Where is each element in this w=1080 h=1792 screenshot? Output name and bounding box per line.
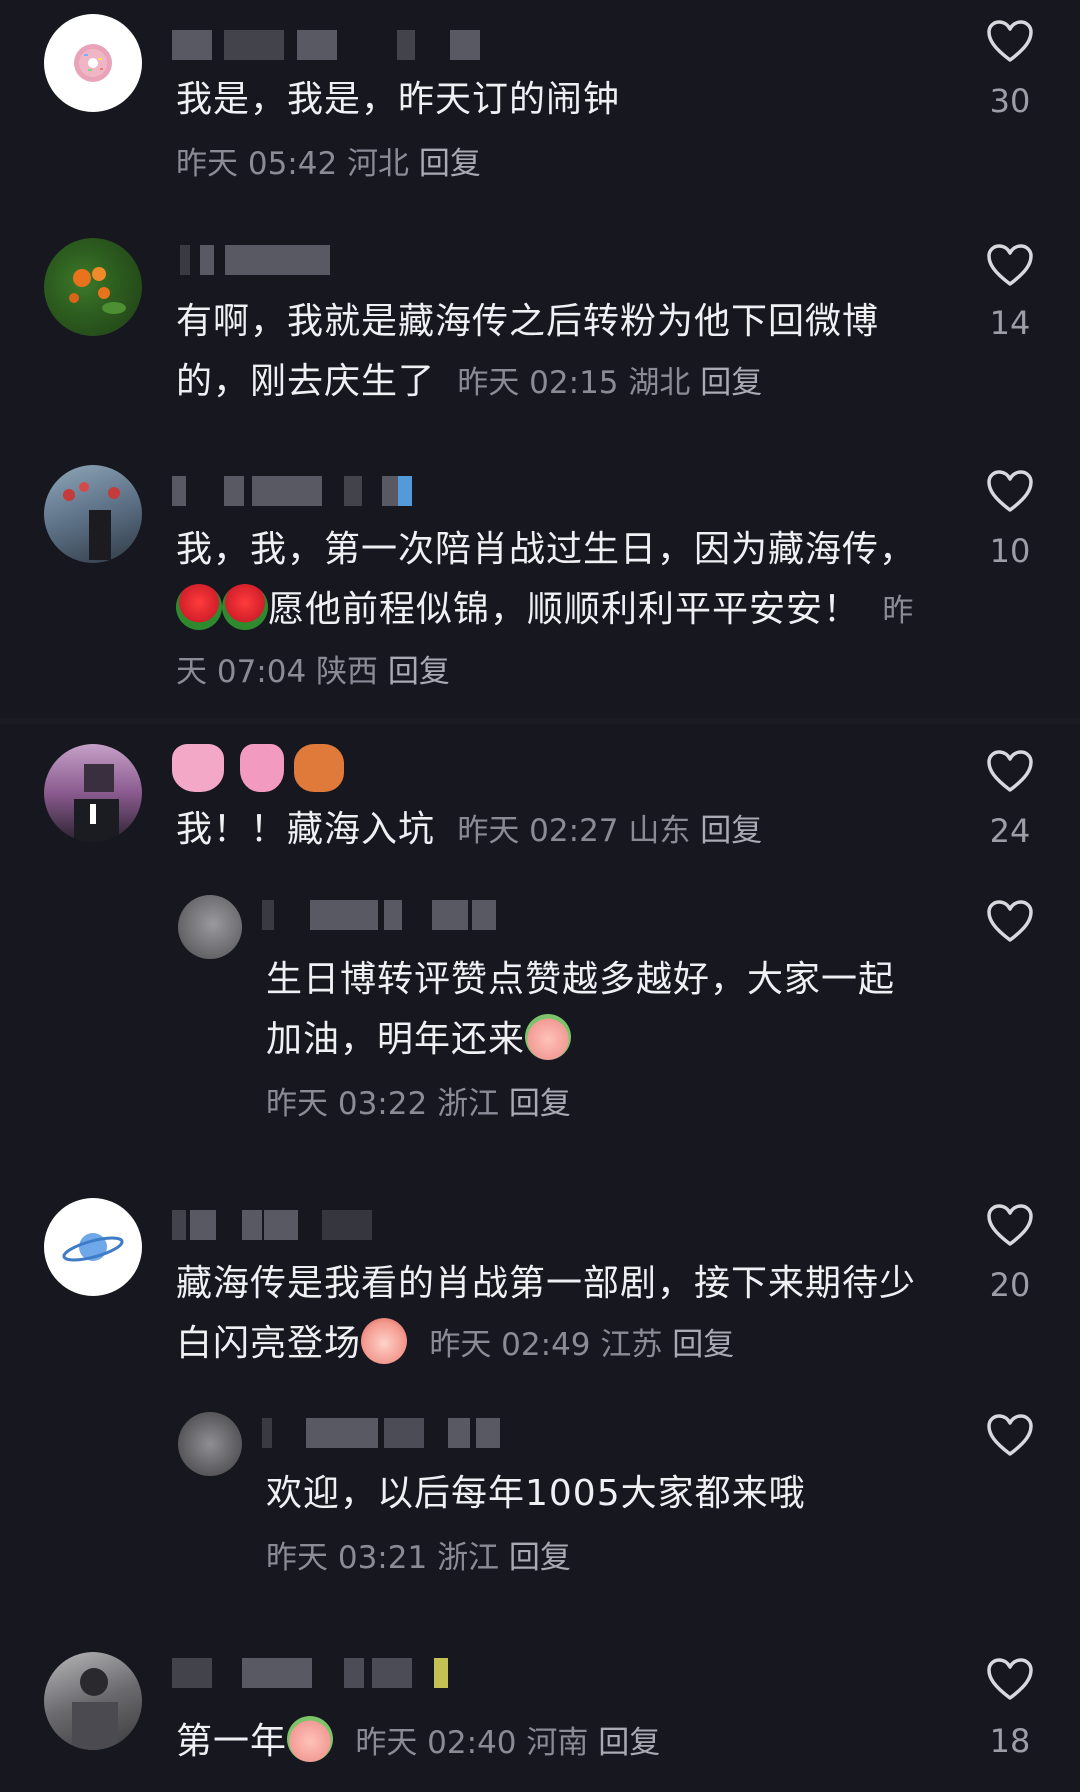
comment-meta: 昨天 02:40 河南 回复 bbox=[345, 1725, 660, 1761]
reply-button[interactable]: 回复 bbox=[672, 1327, 734, 1363]
reply-button[interactable]: 回复 bbox=[700, 365, 762, 401]
heart-icon[interactable] bbox=[986, 470, 1034, 514]
comment-time: 昨天 02:15 bbox=[457, 365, 619, 401]
portrait-photo bbox=[63, 482, 120, 560]
planet-icon bbox=[62, 1233, 124, 1262]
username-icons[interactable] bbox=[172, 742, 352, 794]
peach-face-icon bbox=[525, 1014, 572, 1060]
comment-time: 昨天 03:22 bbox=[266, 1086, 428, 1122]
heart-icon[interactable] bbox=[986, 900, 1034, 944]
heart-icon[interactable] bbox=[986, 244, 1034, 288]
reply-button[interactable]: 回复 bbox=[509, 1540, 571, 1576]
heart-icon[interactable] bbox=[986, 750, 1034, 794]
peach-face-icon bbox=[287, 1716, 334, 1762]
comment-time: 昨天 02:40 bbox=[355, 1725, 517, 1761]
comment-meta: 昨天 02:49 江苏 回复 bbox=[419, 1327, 734, 1363]
comment-region: 河南 bbox=[526, 1725, 589, 1761]
reply-button[interactable]: 回复 bbox=[509, 1086, 571, 1122]
donut-icon bbox=[74, 44, 112, 82]
comment-meta: 昨天 03:22 浙江 回复 bbox=[266, 1074, 571, 1134]
like-count: 14 bbox=[989, 304, 1031, 342]
avatar[interactable] bbox=[44, 238, 142, 336]
rose-icon bbox=[222, 584, 268, 630]
comment-text: 欢迎，以后每年1005大家都来哦 bbox=[266, 1473, 806, 1514]
avatar[interactable] bbox=[178, 895, 242, 959]
comment-meta: 昨天 02:27 山东 回复 bbox=[447, 813, 762, 849]
comment-text: 藏海传是我看的肖战第一部剧，接下来期待少白闪亮登场 昨天 02:49 江苏 回复 bbox=[176, 1263, 917, 1364]
comment-text: 我是，我是，昨天订的闹钟 bbox=[176, 79, 621, 120]
flower-photo bbox=[69, 267, 126, 314]
username-redacted[interactable] bbox=[172, 1210, 382, 1240]
avatar[interactable] bbox=[44, 744, 142, 842]
like-count: 30 bbox=[989, 82, 1031, 120]
comment-text: 有啊，我就是藏海传之后转粉为他下回微博的，刚去庆生了 昨天 02:15 湖北 回… bbox=[176, 301, 880, 402]
rose-icon bbox=[176, 584, 222, 630]
laughing-face-icon bbox=[361, 1318, 408, 1364]
username-redacted[interactable] bbox=[262, 900, 522, 930]
comment-text: 我，我，第一次陪肖战过生日，因为藏海传，愿他前程似锦，顺顺利利平平安安！ 昨天 … bbox=[176, 529, 917, 690]
reply-button[interactable]: 回复 bbox=[419, 146, 481, 182]
comment-time: 昨天 03:21 bbox=[266, 1540, 428, 1576]
comment-meta: 昨天 02:15 湖北 回复 bbox=[447, 365, 762, 401]
comment-region: 湖北 bbox=[628, 365, 691, 401]
pink-bunny-icon bbox=[240, 744, 284, 792]
comment-meta: 昨天 03:21 浙江 回复 bbox=[266, 1528, 571, 1588]
username-redacted[interactable] bbox=[172, 30, 512, 60]
comment-region: 江苏 bbox=[600, 1327, 663, 1363]
avatar[interactable] bbox=[44, 1652, 142, 1750]
reply-button[interactable]: 回复 bbox=[388, 654, 450, 690]
comment-region: 山东 bbox=[628, 813, 691, 849]
comment-time: 昨天 02:49 bbox=[429, 1327, 591, 1363]
comment-region: 浙江 bbox=[437, 1086, 500, 1122]
avatar[interactable] bbox=[44, 1198, 142, 1296]
comment-region: 河北 bbox=[347, 146, 410, 182]
heart-icon[interactable] bbox=[986, 1658, 1034, 1702]
username-redacted[interactable] bbox=[180, 245, 340, 275]
comment-meta: 昨天 05:42 河北 回复 bbox=[176, 134, 481, 194]
portrait-photo bbox=[72, 1668, 118, 1750]
username-redacted[interactable] bbox=[172, 1658, 472, 1688]
comment-time: 昨天 02:27 bbox=[457, 813, 619, 849]
like-count: 10 bbox=[989, 532, 1031, 570]
comment-text: 生日博转评赞点赞越多越好，大家一起加油，明年还来 bbox=[266, 959, 896, 1060]
like-count: 24 bbox=[989, 812, 1031, 850]
avatar[interactable] bbox=[178, 1412, 242, 1476]
heart-icon[interactable] bbox=[986, 20, 1034, 64]
portrait-photo bbox=[74, 764, 119, 842]
username-redacted[interactable] bbox=[172, 476, 432, 506]
like-count: 18 bbox=[989, 1722, 1031, 1760]
comment-text: 第一年 昨天 02:40 河南 回复 bbox=[176, 1712, 936, 1773]
avatar[interactable] bbox=[44, 14, 142, 112]
username-redacted[interactable] bbox=[262, 1418, 522, 1448]
pink-bunny-icon bbox=[172, 744, 224, 792]
divider bbox=[0, 718, 1080, 724]
cat-icon bbox=[294, 744, 344, 792]
like-count: 20 bbox=[989, 1266, 1031, 1304]
reply-button[interactable]: 回复 bbox=[700, 813, 762, 849]
comment-time: 昨天 05:42 bbox=[176, 146, 338, 182]
reply-button[interactable]: 回复 bbox=[598, 1725, 660, 1761]
avatar[interactable] bbox=[44, 465, 142, 563]
heart-icon[interactable] bbox=[986, 1414, 1034, 1458]
heart-icon[interactable] bbox=[986, 1204, 1034, 1248]
comment-region: 浙江 bbox=[437, 1540, 500, 1576]
comment-text: 我！！藏海入坑 昨天 02:27 山东 回复 bbox=[176, 809, 763, 850]
comment-region: 陕西 bbox=[316, 654, 379, 690]
